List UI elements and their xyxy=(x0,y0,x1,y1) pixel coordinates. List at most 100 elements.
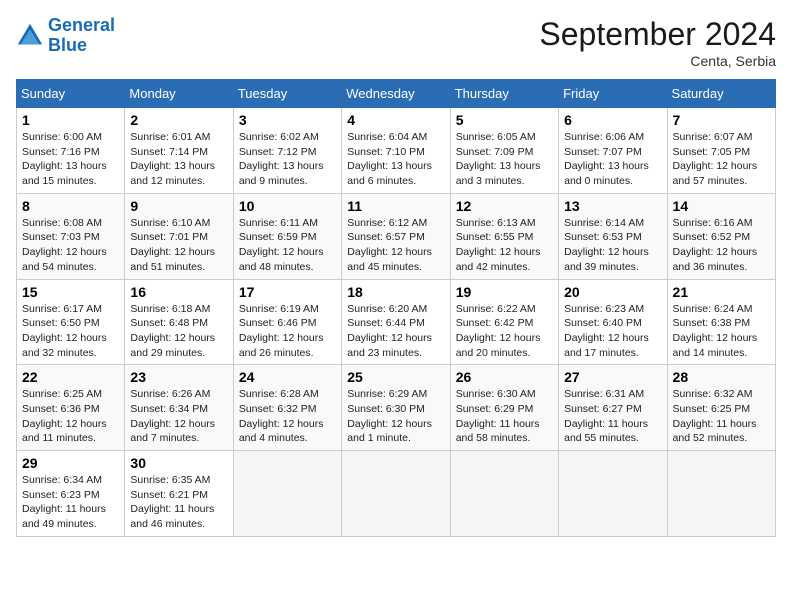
calendar-cell: 4 Sunrise: 6:04 AM Sunset: 7:10 PM Dayli… xyxy=(342,108,450,194)
calendar-cell: 18 Sunrise: 6:20 AM Sunset: 6:44 PM Dayl… xyxy=(342,279,450,365)
header-friday: Friday xyxy=(559,80,667,108)
calendar-cell: 5 Sunrise: 6:05 AM Sunset: 7:09 PM Dayli… xyxy=(450,108,558,194)
calendar-table: Sunday Monday Tuesday Wednesday Thursday… xyxy=(16,79,776,537)
calendar-cell xyxy=(342,451,450,537)
day-number: 5 xyxy=(456,112,553,128)
calendar-cell: 13 Sunrise: 6:14 AM Sunset: 6:53 PM Dayl… xyxy=(559,193,667,279)
day-content: Sunrise: 6:05 AM Sunset: 7:09 PM Dayligh… xyxy=(456,130,553,189)
logo-icon xyxy=(16,22,44,50)
day-number: 22 xyxy=(22,369,119,385)
header-saturday: Saturday xyxy=(667,80,775,108)
calendar-cell: 6 Sunrise: 6:06 AM Sunset: 7:07 PM Dayli… xyxy=(559,108,667,194)
calendar-cell: 2 Sunrise: 6:01 AM Sunset: 7:14 PM Dayli… xyxy=(125,108,233,194)
calendar-cell: 19 Sunrise: 6:22 AM Sunset: 6:42 PM Dayl… xyxy=(450,279,558,365)
calendar-cell: 14 Sunrise: 6:16 AM Sunset: 6:52 PM Dayl… xyxy=(667,193,775,279)
day-number: 12 xyxy=(456,198,553,214)
header-monday: Monday xyxy=(125,80,233,108)
day-content: Sunrise: 6:24 AM Sunset: 6:38 PM Dayligh… xyxy=(673,302,770,361)
calendar-cell: 8 Sunrise: 6:08 AM Sunset: 7:03 PM Dayli… xyxy=(17,193,125,279)
calendar-cell: 17 Sunrise: 6:19 AM Sunset: 6:46 PM Dayl… xyxy=(233,279,341,365)
day-number: 21 xyxy=(673,284,770,300)
calendar-cell: 21 Sunrise: 6:24 AM Sunset: 6:38 PM Dayl… xyxy=(667,279,775,365)
header-sunday: Sunday xyxy=(17,80,125,108)
calendar-cell: 10 Sunrise: 6:11 AM Sunset: 6:59 PM Dayl… xyxy=(233,193,341,279)
calendar-cell: 1 Sunrise: 6:00 AM Sunset: 7:16 PM Dayli… xyxy=(17,108,125,194)
calendar-cell: 11 Sunrise: 6:12 AM Sunset: 6:57 PM Dayl… xyxy=(342,193,450,279)
day-content: Sunrise: 6:17 AM Sunset: 6:50 PM Dayligh… xyxy=(22,302,119,361)
day-content: Sunrise: 6:20 AM Sunset: 6:44 PM Dayligh… xyxy=(347,302,444,361)
header-tuesday: Tuesday xyxy=(233,80,341,108)
day-number: 7 xyxy=(673,112,770,128)
day-number: 15 xyxy=(22,284,119,300)
month-title: September 2024 xyxy=(539,16,776,53)
day-content: Sunrise: 6:12 AM Sunset: 6:57 PM Dayligh… xyxy=(347,216,444,275)
calendar-cell: 26 Sunrise: 6:30 AM Sunset: 6:29 PM Dayl… xyxy=(450,365,558,451)
day-content: Sunrise: 6:08 AM Sunset: 7:03 PM Dayligh… xyxy=(22,216,119,275)
day-number: 2 xyxy=(130,112,227,128)
calendar-week-row: 1 Sunrise: 6:00 AM Sunset: 7:16 PM Dayli… xyxy=(17,108,776,194)
calendar-week-row: 22 Sunrise: 6:25 AM Sunset: 6:36 PM Dayl… xyxy=(17,365,776,451)
calendar-cell: 25 Sunrise: 6:29 AM Sunset: 6:30 PM Dayl… xyxy=(342,365,450,451)
calendar-cell: 12 Sunrise: 6:13 AM Sunset: 6:55 PM Dayl… xyxy=(450,193,558,279)
day-content: Sunrise: 6:07 AM Sunset: 7:05 PM Dayligh… xyxy=(673,130,770,189)
day-content: Sunrise: 6:13 AM Sunset: 6:55 PM Dayligh… xyxy=(456,216,553,275)
calendar-cell xyxy=(450,451,558,537)
day-content: Sunrise: 6:26 AM Sunset: 6:34 PM Dayligh… xyxy=(130,387,227,446)
day-number: 18 xyxy=(347,284,444,300)
calendar-cell: 28 Sunrise: 6:32 AM Sunset: 6:25 PM Dayl… xyxy=(667,365,775,451)
calendar-cell: 29 Sunrise: 6:34 AM Sunset: 6:23 PM Dayl… xyxy=(17,451,125,537)
day-number: 10 xyxy=(239,198,336,214)
calendar-cell: 15 Sunrise: 6:17 AM Sunset: 6:50 PM Dayl… xyxy=(17,279,125,365)
calendar-cell: 7 Sunrise: 6:07 AM Sunset: 7:05 PM Dayli… xyxy=(667,108,775,194)
day-content: Sunrise: 6:22 AM Sunset: 6:42 PM Dayligh… xyxy=(456,302,553,361)
day-content: Sunrise: 6:28 AM Sunset: 6:32 PM Dayligh… xyxy=(239,387,336,446)
calendar-week-row: 8 Sunrise: 6:08 AM Sunset: 7:03 PM Dayli… xyxy=(17,193,776,279)
calendar-cell: 9 Sunrise: 6:10 AM Sunset: 7:01 PM Dayli… xyxy=(125,193,233,279)
location: Centa, Serbia xyxy=(539,53,776,69)
day-number: 17 xyxy=(239,284,336,300)
calendar-cell: 30 Sunrise: 6:35 AM Sunset: 6:21 PM Dayl… xyxy=(125,451,233,537)
day-number: 6 xyxy=(564,112,661,128)
day-number: 3 xyxy=(239,112,336,128)
day-number: 30 xyxy=(130,455,227,471)
day-content: Sunrise: 6:29 AM Sunset: 6:30 PM Dayligh… xyxy=(347,387,444,446)
day-number: 26 xyxy=(456,369,553,385)
day-number: 8 xyxy=(22,198,119,214)
day-content: Sunrise: 6:35 AM Sunset: 6:21 PM Dayligh… xyxy=(130,473,227,532)
calendar-cell: 3 Sunrise: 6:02 AM Sunset: 7:12 PM Dayli… xyxy=(233,108,341,194)
day-content: Sunrise: 6:04 AM Sunset: 7:10 PM Dayligh… xyxy=(347,130,444,189)
calendar-cell: 20 Sunrise: 6:23 AM Sunset: 6:40 PM Dayl… xyxy=(559,279,667,365)
calendar-cell: 24 Sunrise: 6:28 AM Sunset: 6:32 PM Dayl… xyxy=(233,365,341,451)
day-number: 20 xyxy=(564,284,661,300)
day-content: Sunrise: 6:32 AM Sunset: 6:25 PM Dayligh… xyxy=(673,387,770,446)
calendar-week-row: 15 Sunrise: 6:17 AM Sunset: 6:50 PM Dayl… xyxy=(17,279,776,365)
day-content: Sunrise: 6:11 AM Sunset: 6:59 PM Dayligh… xyxy=(239,216,336,275)
day-number: 16 xyxy=(130,284,227,300)
day-number: 9 xyxy=(130,198,227,214)
day-content: Sunrise: 6:06 AM Sunset: 7:07 PM Dayligh… xyxy=(564,130,661,189)
day-number: 1 xyxy=(22,112,119,128)
calendar-cell: 23 Sunrise: 6:26 AM Sunset: 6:34 PM Dayl… xyxy=(125,365,233,451)
title-area: September 2024 Centa, Serbia xyxy=(539,16,776,69)
calendar-cell: 27 Sunrise: 6:31 AM Sunset: 6:27 PM Dayl… xyxy=(559,365,667,451)
day-number: 19 xyxy=(456,284,553,300)
calendar-cell xyxy=(233,451,341,537)
day-number: 25 xyxy=(347,369,444,385)
calendar-cell xyxy=(559,451,667,537)
day-number: 27 xyxy=(564,369,661,385)
day-content: Sunrise: 6:31 AM Sunset: 6:27 PM Dayligh… xyxy=(564,387,661,446)
day-content: Sunrise: 6:19 AM Sunset: 6:46 PM Dayligh… xyxy=(239,302,336,361)
day-content: Sunrise: 6:25 AM Sunset: 6:36 PM Dayligh… xyxy=(22,387,119,446)
day-number: 11 xyxy=(347,198,444,214)
day-number: 23 xyxy=(130,369,227,385)
day-number: 14 xyxy=(673,198,770,214)
day-number: 29 xyxy=(22,455,119,471)
calendar-cell: 22 Sunrise: 6:25 AM Sunset: 6:36 PM Dayl… xyxy=(17,365,125,451)
day-number: 4 xyxy=(347,112,444,128)
day-number: 24 xyxy=(239,369,336,385)
day-content: Sunrise: 6:34 AM Sunset: 6:23 PM Dayligh… xyxy=(22,473,119,532)
day-content: Sunrise: 6:02 AM Sunset: 7:12 PM Dayligh… xyxy=(239,130,336,189)
day-number: 28 xyxy=(673,369,770,385)
day-content: Sunrise: 6:18 AM Sunset: 6:48 PM Dayligh… xyxy=(130,302,227,361)
day-number: 13 xyxy=(564,198,661,214)
